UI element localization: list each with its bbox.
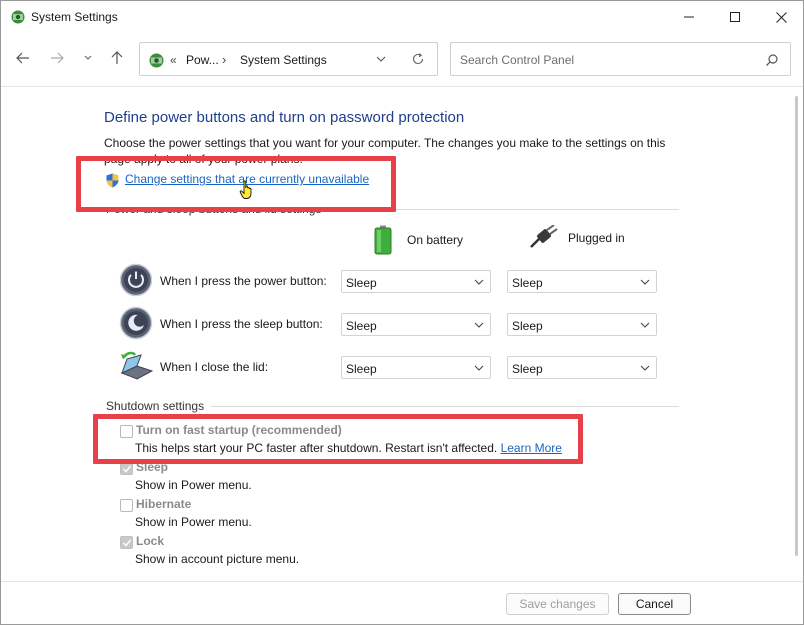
laptop-lid-icon xyxy=(120,351,153,380)
chevron-down-icon xyxy=(84,55,92,60)
hibernate-checkbox[interactable] xyxy=(120,499,133,512)
maximize-button[interactable] xyxy=(712,1,758,33)
system-settings-window: System Settings « Pow... › System Settin… xyxy=(0,0,804,625)
breadcrumb-power-options[interactable]: Pow... xyxy=(186,53,219,67)
control-panel-icon xyxy=(149,53,164,68)
close-icon xyxy=(775,11,787,23)
breadcrumb-separator[interactable]: › xyxy=(222,52,226,67)
sleep-button-icon xyxy=(119,306,153,340)
search-placeholder: Search Control Panel xyxy=(460,53,575,67)
power-button-battery-select[interactable]: Sleep xyxy=(341,270,491,293)
select-value: Sleep xyxy=(346,362,377,376)
power-button-label: When I press the power button: xyxy=(160,274,327,288)
footer-divider xyxy=(1,581,803,582)
title-bar: System Settings xyxy=(1,1,803,33)
scrollbar-thumb[interactable] xyxy=(795,96,798,556)
checkmark-icon xyxy=(122,539,132,547)
chevron-down-icon[interactable] xyxy=(375,53,387,65)
select-value: Sleep xyxy=(512,319,543,333)
control-panel-icon xyxy=(11,10,25,24)
lid-close-plugged-select[interactable]: Sleep xyxy=(507,356,657,379)
page-title: Define power buttons and turn on passwor… xyxy=(104,109,465,126)
sleep-button-battery-select[interactable]: Sleep xyxy=(341,313,491,336)
breadcrumb-system-settings[interactable]: System Settings xyxy=(240,53,327,67)
power-plug-icon xyxy=(530,225,558,248)
window-title: System Settings xyxy=(31,10,118,24)
chevron-down-icon xyxy=(474,279,484,285)
lock-option-title[interactable]: Lock xyxy=(136,534,164,548)
column-on-battery: On battery xyxy=(373,225,463,255)
cancel-button[interactable]: Cancel xyxy=(618,593,691,615)
checkmark-icon xyxy=(122,465,132,473)
lock-option-description: Show in account picture menu. xyxy=(135,552,300,566)
close-button[interactable] xyxy=(758,1,804,33)
battery-icon xyxy=(374,225,392,255)
navigation-bar: « Pow... › System Settings Search Contro… xyxy=(1,37,803,79)
section-divider xyxy=(211,406,679,407)
chevron-down-icon xyxy=(474,365,484,371)
forward-arrow-icon xyxy=(51,52,64,64)
column-label-battery: On battery xyxy=(407,233,464,247)
refresh-icon[interactable] xyxy=(411,52,425,66)
save-changes-button[interactable]: Save changes xyxy=(506,593,609,615)
column-label-plugged: Plugged in xyxy=(568,231,625,245)
hibernate-option-description: Show in Power menu. xyxy=(135,515,252,529)
sleep-button-plugged-select[interactable]: Sleep xyxy=(507,313,657,336)
sleep-option-description: Show in Power menu. xyxy=(135,478,252,492)
power-button-plugged-select[interactable]: Sleep xyxy=(507,270,657,293)
power-button-icon xyxy=(119,263,153,297)
minimize-icon xyxy=(684,16,694,18)
address-bar[interactable]: « Pow... › System Settings xyxy=(139,42,438,76)
sleep-button-label: When I press the sleep button: xyxy=(160,317,323,331)
recent-locations-button[interactable] xyxy=(78,48,98,68)
highlight-box-change-settings xyxy=(76,156,396,212)
forward-button[interactable] xyxy=(47,48,67,68)
back-button[interactable] xyxy=(13,48,33,68)
select-value: Sleep xyxy=(512,362,543,376)
maximize-icon xyxy=(730,12,740,22)
chevron-down-icon xyxy=(474,322,484,328)
select-value: Sleep xyxy=(512,276,543,290)
search-box[interactable]: Search Control Panel xyxy=(450,42,791,76)
back-arrow-icon xyxy=(16,52,29,64)
chevron-down-icon xyxy=(640,322,650,328)
lid-close-label: When I close the lid: xyxy=(160,360,269,374)
up-arrow-icon xyxy=(111,51,123,64)
chevron-down-icon xyxy=(640,279,650,285)
highlight-box-fast-startup xyxy=(93,414,583,464)
hibernate-option-title[interactable]: Hibernate xyxy=(136,497,191,511)
column-plugged-in: Plugged in xyxy=(529,225,625,251)
search-icon[interactable] xyxy=(765,53,779,67)
main-content: Define power buttons and turn on passwor… xyxy=(1,87,789,581)
up-button[interactable] xyxy=(107,48,127,68)
section-shutdown-settings: Shutdown settings xyxy=(106,399,205,413)
select-value: Sleep xyxy=(346,319,377,333)
lid-close-battery-select[interactable]: Sleep xyxy=(341,356,491,379)
select-value: Sleep xyxy=(346,276,377,290)
breadcrumb-overflow[interactable]: « xyxy=(170,53,177,67)
minimize-button[interactable] xyxy=(666,1,712,33)
chevron-down-icon xyxy=(640,365,650,371)
lock-checkbox[interactable] xyxy=(120,536,133,549)
